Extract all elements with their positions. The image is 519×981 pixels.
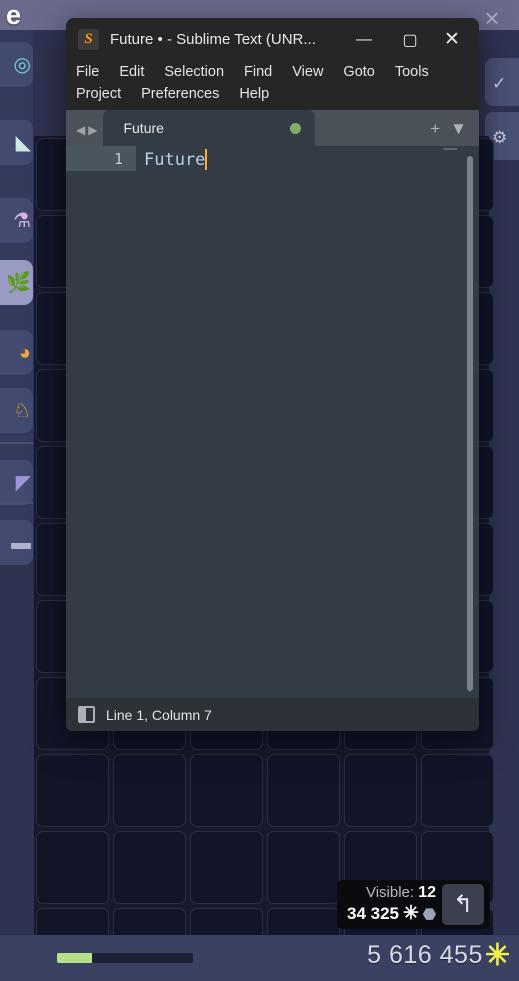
hud-resource-amount: 34 325 xyxy=(347,903,399,923)
board-cell[interactable] xyxy=(113,754,186,827)
line-number: 1 xyxy=(66,146,136,171)
weight-icon: ⬣ xyxy=(422,905,437,923)
editor-scrollbar[interactable] xyxy=(467,156,473,691)
board-cell[interactable] xyxy=(36,754,109,827)
inventory-divider xyxy=(0,502,33,504)
currency-value: 5 616 455 xyxy=(367,941,483,969)
board-cell[interactable] xyxy=(113,831,186,904)
inventory-slot-blade-item[interactable]: ◣ xyxy=(0,120,33,165)
tab-tools[interactable]: + ▼ xyxy=(430,120,479,146)
board-cell[interactable] xyxy=(344,754,417,827)
menu-item-find[interactable]: Find xyxy=(234,61,282,83)
undo-button[interactable]: ↰ xyxy=(442,884,485,925)
inventory-slot-purple-item[interactable]: ◤ xyxy=(0,460,33,505)
close-button[interactable]: ✕ xyxy=(433,18,479,61)
xp-progress-fill xyxy=(57,953,93,963)
inventory-slot-orange-item[interactable]: ◕ xyxy=(0,330,33,375)
chevron-down-icon[interactable]: ▼ xyxy=(450,120,467,137)
menu-item-view[interactable]: View xyxy=(282,61,333,83)
tab-label: Future xyxy=(123,120,164,136)
currency-display: 5 616 455 ✳ xyxy=(367,938,510,972)
inventory-slot-potion-item[interactable]: ⚗ xyxy=(0,198,33,243)
gold-item-icon: ♘ xyxy=(13,399,31,422)
hud-visible-line: Visible: 12 xyxy=(366,884,436,902)
menu-item-project[interactable]: Project xyxy=(66,83,131,105)
menu-item-selection[interactable]: Selection xyxy=(154,61,234,83)
board-cell[interactable] xyxy=(190,754,263,827)
sublime-text-window[interactable]: S Future • - Sublime Text (UNR... — ▢ ✕ … xyxy=(66,18,479,731)
maximize-button[interactable]: ▢ xyxy=(387,18,433,61)
minimap-marker xyxy=(443,148,457,150)
game-close-icon[interactable]: × xyxy=(479,5,505,32)
purple-item-icon: ◤ xyxy=(15,471,31,494)
menu-item-goto[interactable]: Goto xyxy=(333,61,384,83)
leaf-item-icon: 🌿 xyxy=(6,271,31,294)
xp-progress-track xyxy=(57,953,193,963)
cursor-position-label: Line 1, Column 7 xyxy=(106,706,212,723)
game-hud-chip: Visible: 12 34 325 ✳ ⬣ ↰ xyxy=(337,880,491,929)
board-cell[interactable] xyxy=(190,831,263,904)
code-line-1-text: Future xyxy=(144,149,206,170)
tab-future[interactable]: Future xyxy=(103,110,316,146)
new-tab-icon[interactable]: + xyxy=(430,120,440,137)
editor-area[interactable]: 1 Future xyxy=(66,146,479,698)
board-cell[interactable] xyxy=(36,831,109,904)
blade-item-icon: ◣ xyxy=(15,131,31,154)
unsaved-indicator-icon xyxy=(290,122,302,134)
board-cell[interactable] xyxy=(267,754,340,827)
code-line-1: Future xyxy=(144,149,208,170)
grey-item-icon: ▬ xyxy=(11,531,31,554)
inventory-divider xyxy=(0,442,33,444)
menu-bar[interactable]: File Edit Selection Find View Goto Tools Projec… xyxy=(66,61,479,110)
hud-resource-line: 34 325 ✳ ⬣ xyxy=(347,902,436,925)
hud-visible-label: Visible: xyxy=(365,884,415,901)
game-header-title: e xyxy=(6,0,21,30)
menu-item-help[interactable]: Help xyxy=(229,83,279,105)
minimize-button[interactable]: — xyxy=(341,18,387,61)
inventory-slot-grey-item[interactable]: ▬ xyxy=(0,520,33,565)
nav-back-icon[interactable]: ◀ xyxy=(76,123,85,137)
inventory-strip: ◎ ◣ ⚗ 🌿 ◕ ♘ ◤ ▬ xyxy=(0,30,33,565)
tab-bar[interactable]: ◀ ▶ Future + ▼ xyxy=(66,110,479,146)
window-controls: — ▢ ✕ xyxy=(341,18,479,61)
window-titlebar[interactable]: S Future • - Sublime Text (UNR... — ▢ ✕ xyxy=(66,18,479,61)
code-content[interactable]: Future xyxy=(136,146,479,698)
ring-item-icon: ◎ xyxy=(13,53,31,76)
sublime-logo-icon: S xyxy=(78,29,99,50)
board-cell[interactable] xyxy=(421,754,494,827)
inventory-slot-ring-item[interactable]: ◎ xyxy=(0,42,33,87)
snowflake-icon: ✳ xyxy=(484,938,510,972)
text-caret xyxy=(205,149,208,170)
status-bar: Line 1, Column 7 xyxy=(66,698,479,731)
gear-icon: ⚙ xyxy=(492,128,508,147)
game-bottom-bar: 5 616 455 ✳ xyxy=(0,935,519,981)
inventory-slot-leaf-item[interactable]: 🌿 xyxy=(0,260,33,305)
snowflake-icon: ✳ xyxy=(403,903,419,924)
panel-icon[interactable] xyxy=(78,706,95,723)
potion-item-icon: ⚗ xyxy=(13,209,31,232)
line-number-gutter: 1 xyxy=(66,146,136,698)
menu-item-edit[interactable]: Edit xyxy=(109,61,154,83)
window-title: Future • - Sublime Text (UNR... xyxy=(110,31,316,48)
nav-forward-icon[interactable]: ▶ xyxy=(88,123,97,137)
menu-item-file[interactable]: File xyxy=(66,61,109,83)
check-icon: ✓ xyxy=(492,74,507,93)
menu-item-tools[interactable]: Tools xyxy=(385,61,439,83)
undo-arrow-icon: ↰ xyxy=(452,890,474,918)
tab-nav-arrows[interactable]: ◀ ▶ xyxy=(66,123,103,146)
menu-item-preferences[interactable]: Preferences xyxy=(131,83,229,105)
board-cell[interactable] xyxy=(267,831,340,904)
orange-item-icon: ◕ xyxy=(18,341,31,364)
hud-visible-count: 12 xyxy=(418,884,437,901)
hud-text-block: Visible: 12 34 325 ✳ ⬣ xyxy=(347,884,436,925)
inventory-slot-gold-item[interactable]: ♘ xyxy=(0,388,33,433)
